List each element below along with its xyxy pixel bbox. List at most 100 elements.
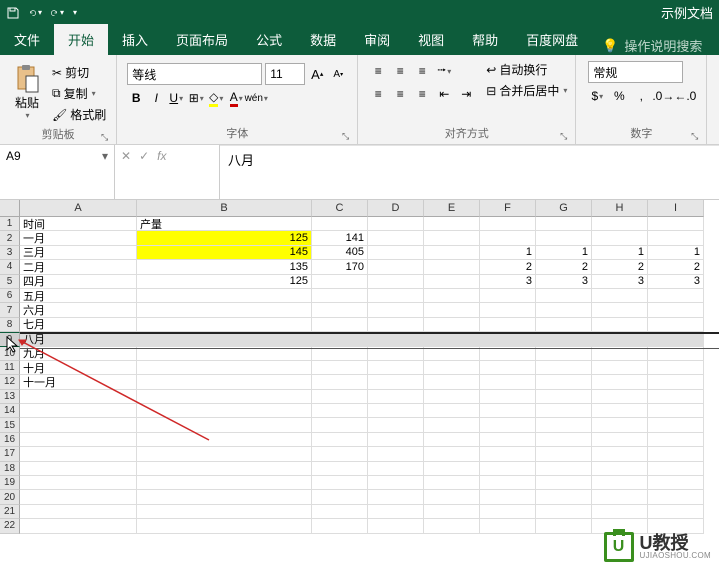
cell-H2[interactable] — [592, 231, 648, 245]
cell-D1[interactable] — [368, 217, 424, 231]
cell-B3[interactable]: 145 — [137, 246, 312, 260]
cell-C21[interactable] — [312, 505, 368, 519]
cell-B20[interactable] — [137, 490, 312, 504]
cell-I13[interactable] — [648, 390, 704, 404]
cell-I21[interactable] — [648, 505, 704, 519]
cell-E16[interactable] — [424, 433, 480, 447]
cell-A2[interactable]: 一月 — [20, 231, 137, 245]
cell-A3[interactable]: 三月 — [20, 246, 137, 260]
row-header-1[interactable]: 1 — [0, 217, 20, 231]
cell-E20[interactable] — [424, 490, 480, 504]
border-button[interactable]: ⊞▾ — [187, 89, 205, 107]
align-bottom-icon[interactable]: ≡ — [412, 61, 432, 81]
cell-C19[interactable] — [312, 476, 368, 490]
row-header-5[interactable]: 5 — [0, 275, 20, 289]
cell-G8[interactable] — [536, 318, 592, 332]
cell-I8[interactable] — [648, 318, 704, 332]
name-box-input[interactable] — [6, 149, 86, 163]
cell-E18[interactable] — [424, 462, 480, 476]
cell-E3[interactable] — [424, 246, 480, 260]
cell-D8[interactable] — [368, 318, 424, 332]
col-header-G[interactable]: G — [536, 200, 592, 217]
cell-I4[interactable]: 2 — [648, 260, 704, 274]
cell-C16[interactable] — [312, 433, 368, 447]
cell-E14[interactable] — [424, 404, 480, 418]
indent-increase-icon[interactable]: ⇥ — [456, 84, 476, 104]
cell-G5[interactable]: 3 — [536, 275, 592, 289]
cell-A7[interactable]: 六月 — [20, 303, 137, 317]
select-all-corner[interactable] — [0, 200, 20, 217]
cell-G6[interactable] — [536, 289, 592, 303]
merge-center-button[interactable]: ⊟合并后居中▾ — [486, 82, 567, 99]
cell-D14[interactable] — [368, 404, 424, 418]
cell-D4[interactable] — [368, 260, 424, 274]
tab-insert[interactable]: 插入 — [108, 24, 162, 55]
cell-H1[interactable] — [592, 217, 648, 231]
cell-G22[interactable] — [536, 519, 592, 533]
cell-E4[interactable] — [424, 260, 480, 274]
cell-G11[interactable] — [536, 361, 592, 375]
cell-H21[interactable] — [592, 505, 648, 519]
cell-I7[interactable] — [648, 303, 704, 317]
cell-H6[interactable] — [592, 289, 648, 303]
cell-D19[interactable] — [368, 476, 424, 490]
bold-button[interactable]: B — [127, 89, 145, 107]
cell-I5[interactable]: 3 — [648, 275, 704, 289]
cell-F9[interactable] — [480, 332, 536, 346]
tab-help[interactable]: 帮助 — [458, 24, 512, 55]
tab-view[interactable]: 视图 — [404, 24, 458, 55]
col-header-B[interactable]: B — [137, 200, 312, 217]
cell-F12[interactable] — [480, 375, 536, 389]
cell-C17[interactable] — [312, 447, 368, 461]
cell-E17[interactable] — [424, 447, 480, 461]
cell-C11[interactable] — [312, 361, 368, 375]
row-header-18[interactable]: 18 — [0, 462, 20, 476]
cell-F16[interactable] — [480, 433, 536, 447]
cell-H16[interactable] — [592, 433, 648, 447]
cell-E2[interactable] — [424, 231, 480, 245]
cell-C5[interactable] — [312, 275, 368, 289]
cell-I6[interactable] — [648, 289, 704, 303]
increase-decimal-icon[interactable]: .0→ — [654, 87, 672, 105]
cancel-icon[interactable]: ✕ — [121, 149, 131, 163]
cell-D6[interactable] — [368, 289, 424, 303]
indent-decrease-icon[interactable]: ⇤ — [434, 84, 454, 104]
cell-F21[interactable] — [480, 505, 536, 519]
cell-H7[interactable] — [592, 303, 648, 317]
cell-A4[interactable]: 二月 — [20, 260, 137, 274]
cell-H14[interactable] — [592, 404, 648, 418]
formula-input[interactable]: 八月 — [220, 145, 719, 199]
tab-baidu[interactable]: 百度网盘 — [512, 24, 592, 55]
cell-B2[interactable]: 125 — [137, 231, 312, 245]
cell-D5[interactable] — [368, 275, 424, 289]
col-header-E[interactable]: E — [424, 200, 480, 217]
col-header-F[interactable]: F — [480, 200, 536, 217]
cell-E8[interactable] — [424, 318, 480, 332]
cell-I20[interactable] — [648, 490, 704, 504]
phonetic-button[interactable]: wén▾ — [247, 89, 265, 107]
cell-I11[interactable] — [648, 361, 704, 375]
cell-H15[interactable] — [592, 418, 648, 432]
cell-F19[interactable] — [480, 476, 536, 490]
cell-F6[interactable] — [480, 289, 536, 303]
cell-H9[interactable] — [592, 332, 648, 346]
cell-D7[interactable] — [368, 303, 424, 317]
cell-H12[interactable] — [592, 375, 648, 389]
name-box[interactable]: ▾ — [0, 145, 115, 199]
row-header-17[interactable]: 17 — [0, 447, 20, 461]
cell-A8[interactable]: 七月 — [20, 318, 137, 332]
cell-H3[interactable]: 1 — [592, 246, 648, 260]
tab-file[interactable]: 文件 — [0, 24, 54, 55]
cell-C8[interactable] — [312, 318, 368, 332]
row-header-7[interactable]: 7 — [0, 303, 20, 317]
cell-D3[interactable] — [368, 246, 424, 260]
cell-A1[interactable]: 时间 — [20, 217, 137, 231]
cell-E9[interactable] — [424, 332, 480, 346]
col-header-I[interactable]: I — [648, 200, 704, 217]
fill-color-button[interactable]: ◇▾ — [207, 89, 225, 107]
shrink-font-icon[interactable]: A▾ — [329, 65, 347, 83]
cell-B5[interactable]: 125 — [137, 275, 312, 289]
cell-D12[interactable] — [368, 375, 424, 389]
row-header-3[interactable]: 3 — [0, 246, 20, 260]
fx-icon[interactable]: fx — [157, 149, 166, 163]
